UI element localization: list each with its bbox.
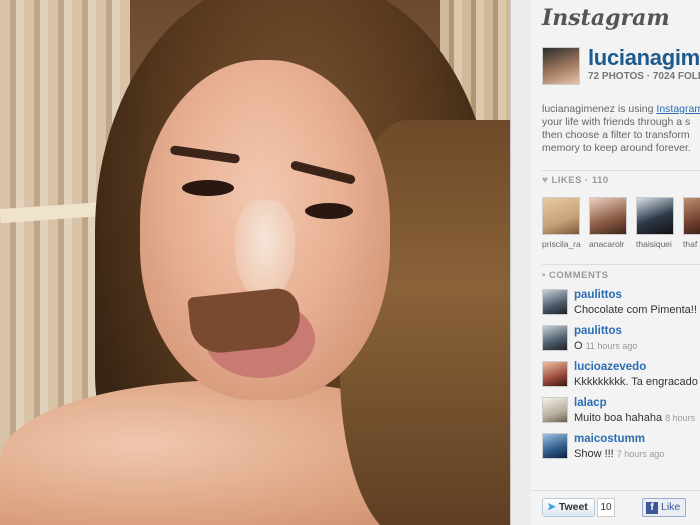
left-eye	[182, 180, 234, 196]
liker-avatar[interactable]	[589, 197, 627, 235]
comments-header-label: COMMENTS	[549, 270, 609, 281]
comment-user[interactable]: paulittos	[574, 289, 622, 301]
liker-avatar[interactable]	[683, 197, 700, 235]
right-eye	[305, 203, 353, 219]
bio: lucianagimenez is using Instagram your l…	[542, 103, 700, 155]
share-bar: ➤ Tweet 10 f Like	[530, 490, 700, 525]
separator	[510, 0, 530, 525]
comment-avatar[interactable]	[542, 397, 568, 423]
comment: paulittos O 11 hours ago	[542, 325, 700, 361]
nose	[235, 200, 295, 300]
comment-body: Muito boa hahaha	[574, 412, 663, 424]
comment: maicostumm Show !!! 7 hours ago	[542, 433, 700, 469]
bio-line-4: memory to keep around forever.	[542, 142, 691, 154]
comments-header: ▪ COMMENTS	[542, 270, 608, 281]
likes-header-label: LIKES · 110	[551, 175, 609, 186]
liker-name[interactable]: priscila_ra	[542, 239, 582, 249]
comment-body: O	[574, 340, 583, 352]
facebook-icon: f	[646, 502, 658, 514]
comment-user[interactable]: lucioazevedo	[574, 361, 646, 373]
speech-bubble-icon: ▪	[542, 270, 547, 281]
bio-line-2: your life with friends through a s	[542, 116, 691, 128]
comment-text: O 11 hours ago	[574, 340, 637, 352]
comment-text: Kkkkkkkkk. Ta engracado	[574, 376, 698, 388]
instagram-link[interactable]: Instagram	[656, 103, 700, 115]
comment: lalacp Muito boa hahaha 8 hours	[542, 397, 700, 433]
comment-avatar[interactable]	[542, 289, 568, 315]
liker[interactable]: priscila_ra	[542, 197, 582, 249]
bio-line-1: lucianagimenez is using Instagram	[542, 103, 700, 116]
comment-body: Chocolate com Pimenta!!	[574, 304, 697, 316]
twitter-bird-icon: ➤	[547, 501, 556, 513]
bio-line-1-text: lucianagimenez is using	[542, 103, 657, 115]
liker-name[interactable]: anacarolr	[589, 239, 629, 249]
comment-user[interactable]: maicostumm	[574, 433, 645, 445]
comment-time: 11 hours ago	[585, 341, 638, 351]
profile-avatar[interactable]	[542, 47, 580, 85]
comment-body: Kkkkkkkkk. Ta engracado	[574, 376, 698, 388]
instagram-logo[interactable]: Instagram	[542, 5, 670, 31]
liker[interactable]: thaisiquei	[636, 197, 676, 249]
photo[interactable]	[0, 0, 510, 525]
facebook-like-button[interactable]: f Like	[642, 498, 687, 517]
divider	[542, 170, 700, 171]
comment: paulittos Chocolate com Pimenta!!	[542, 289, 700, 325]
profile-username[interactable]: lucianagim	[588, 45, 700, 71]
comment-body: Show !!!	[574, 448, 614, 460]
comment-text: Chocolate com Pimenta!!	[574, 304, 697, 316]
heart-icon: ♥	[542, 175, 549, 186]
liker[interactable]: anacarolr	[589, 197, 629, 249]
tweet-label: Tweet	[558, 501, 588, 513]
comment: lucioazevedo Kkkkkkkkk. Ta engracado	[542, 361, 700, 397]
profile-stats: 72 PHOTOS · 7024 FOLLO	[588, 71, 700, 82]
sidebar: Instagram lucianagim 72 PHOTOS · 7024 FO…	[530, 0, 700, 525]
tweet-button[interactable]: ➤ Tweet	[542, 498, 595, 517]
comment-time: 7 hours ago	[616, 449, 665, 459]
liker-name[interactable]: thaisiquei	[636, 239, 676, 249]
liker-avatar[interactable]	[636, 197, 674, 235]
like-label: Like	[661, 501, 681, 513]
liker[interactable]: thaf	[683, 197, 700, 249]
comment-avatar[interactable]	[542, 325, 568, 351]
comment-avatar[interactable]	[542, 361, 568, 387]
liker-avatar[interactable]	[542, 197, 580, 235]
comment-text: Muito boa hahaha 8 hours	[574, 412, 695, 424]
tweet-count: 10	[597, 498, 615, 517]
comment-user[interactable]: paulittos	[574, 325, 622, 337]
comment-time: 8 hours	[665, 413, 696, 423]
likes-header: ♥ LIKES · 110	[542, 175, 609, 186]
page: Instagram lucianagim 72 PHOTOS · 7024 FO…	[0, 0, 700, 525]
liker-name[interactable]: thaf	[683, 239, 700, 249]
bio-line-3: then choose a filter to transform	[542, 129, 690, 141]
comment-user[interactable]: lalacp	[574, 397, 607, 409]
comment-text: Show !!! 7 hours ago	[574, 448, 664, 460]
divider	[542, 264, 700, 265]
comment-avatar[interactable]	[542, 433, 568, 459]
